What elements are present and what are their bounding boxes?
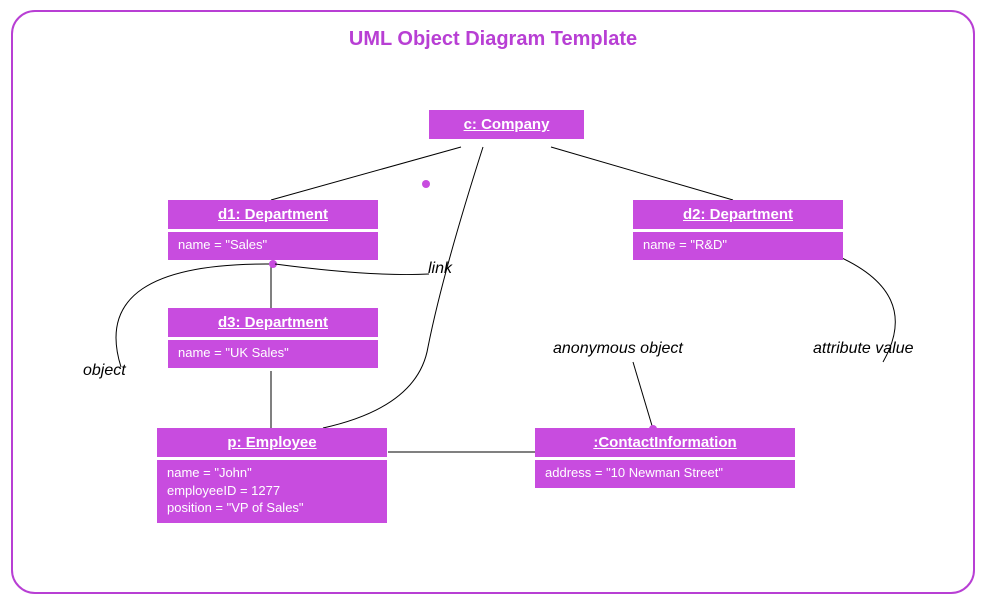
object-p-attr-id: employeeID = 1277 [167,482,377,500]
object-contactinfo: :ContactInformation address = "10 Newman… [535,428,795,488]
object-d2: d2: Department name = "R&D" [633,200,843,260]
object-d3: d3: Department name = "UK Sales" [168,308,378,368]
annotation-attrval: attribute value [813,340,914,358]
object-d2-attr-name: name = "R&D" [643,236,833,254]
object-d1: d1: Department name = "Sales" [168,200,378,260]
object-company: c: Company [429,110,584,142]
link-company-d2 [551,147,733,200]
object-d2-header: d2: Department [633,200,843,232]
annotation-object: object [83,362,126,380]
object-ci-attrs: address = "10 Newman Street" [535,460,795,488]
object-p-attrs: name = "John" employeeID = 1277 position… [157,460,387,523]
object-p-attr-name: name = "John" [167,464,377,482]
diagram-frame: UML Object Diagram Template c: Company d… [11,10,975,594]
leader-object-dot [269,260,277,268]
annotation-link: link [428,260,452,278]
object-ci-attr-address: address = "10 Newman Street" [545,464,785,482]
object-p: p: Employee name = "John" employeeID = 1… [157,428,387,523]
object-ci-header: :ContactInformation [535,428,795,460]
object-d3-attr-name: name = "UK Sales" [178,344,368,362]
leader-link-dot [422,180,430,188]
leader-anonymous [633,362,653,429]
annotation-anonymous: anonymous object [553,340,683,358]
diagram-title: UML Object Diagram Template [13,28,973,51]
object-company-header: c: Company [429,110,584,142]
leader-link [275,264,429,275]
object-d2-attrs: name = "R&D" [633,232,843,260]
object-d3-attrs: name = "UK Sales" [168,340,378,368]
object-d1-header: d1: Department [168,200,378,232]
object-p-attr-pos: position = "VP of Sales" [167,499,377,517]
object-d3-header: d3: Department [168,308,378,340]
link-company-d1 [271,147,461,200]
object-p-header: p: Employee [157,428,387,460]
object-d1-attr-name: name = "Sales" [178,236,368,254]
link-company-p [323,147,483,428]
object-d1-attrs: name = "Sales" [168,232,378,260]
